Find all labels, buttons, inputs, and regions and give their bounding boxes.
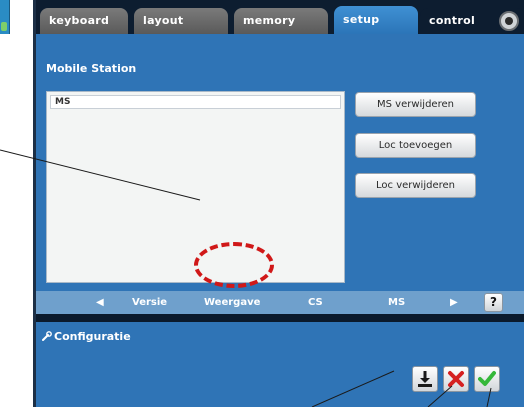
callout-line-download <box>311 370 395 407</box>
callout-line-confirm <box>486 387 492 407</box>
callout-lines <box>0 149 492 407</box>
callout-line-list <box>0 149 201 201</box>
callout-line-cancel <box>427 385 453 407</box>
